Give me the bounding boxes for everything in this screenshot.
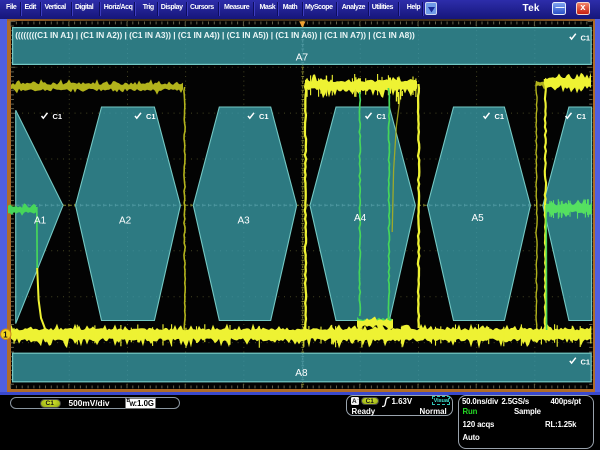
svg-text:A7: A7 (296, 53, 309, 64)
svg-text:C1: C1 (146, 112, 156, 121)
svg-text:A3: A3 (238, 216, 251, 227)
svg-text:C1: C1 (495, 112, 505, 121)
svg-text:C1: C1 (259, 112, 269, 121)
svg-text:C1: C1 (581, 358, 591, 367)
svg-text:C1: C1 (377, 112, 387, 121)
svg-text:C1: C1 (577, 112, 587, 121)
svg-text:A4: A4 (354, 213, 367, 224)
svg-text:((((((((C1 IN A1) | (C1 IN A2): ((((((((C1 IN A1) | (C1 IN A2)) | (C1 IN… (15, 30, 415, 40)
svg-text:A8: A8 (295, 368, 308, 379)
svg-text:A5: A5 (472, 213, 485, 224)
svg-text:C1: C1 (581, 34, 591, 43)
svg-text:A2: A2 (119, 216, 132, 227)
svg-text:A1: A1 (34, 216, 47, 227)
svg-text:1: 1 (3, 330, 8, 339)
svg-text:C1: C1 (53, 112, 63, 121)
